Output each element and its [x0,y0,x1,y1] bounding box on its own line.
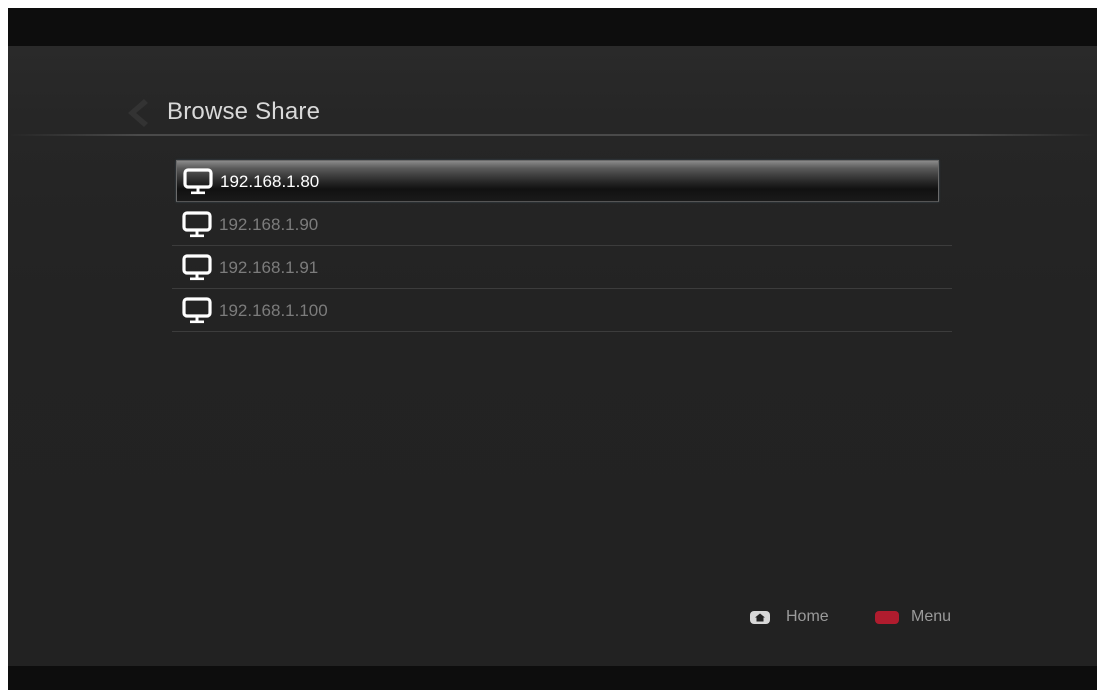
list-item[interactable]: 192.168.1.90 [172,203,952,246]
list-item-label: 192.168.1.100 [219,301,328,320]
list-item[interactable]: 192.168.1.80 [176,160,939,202]
home-button-icon [750,610,770,624]
home-label: Home [786,608,829,625]
share-list: 192.168.1.80 192.168.1.90 192.168.1.91 1… [172,160,952,332]
list-item-label: 192.168.1.91 [219,258,319,277]
home-hint[interactable]: Home [750,608,829,626]
computer-monitor-icon [182,211,212,238]
red-button-icon [875,610,899,624]
list-item[interactable]: 192.168.1.91 [172,246,952,289]
tv-frame: Browse Share 192.168.1.80 192.168.1.90 1… [0,0,1105,698]
computer-monitor-icon [182,297,212,324]
computer-monitor-icon [183,168,213,195]
computer-monitor-icon [182,254,212,281]
browse-share-page: Browse Share 192.168.1.80 192.168.1.90 1… [8,46,1097,666]
menu-label: Menu [911,608,952,625]
screen: Browse Share 192.168.1.80 192.168.1.90 1… [8,8,1097,690]
list-item-label: 192.168.1.80 [220,172,320,191]
page-title: Browse Share [167,98,321,125]
house-icon [755,613,765,621]
chevron-left-icon[interactable] [122,96,150,130]
title-divider [8,134,1097,136]
list-item-label: 192.168.1.90 [219,215,319,234]
list-item[interactable]: 192.168.1.100 [172,289,952,332]
menu-hint[interactable]: Menu [875,608,951,626]
